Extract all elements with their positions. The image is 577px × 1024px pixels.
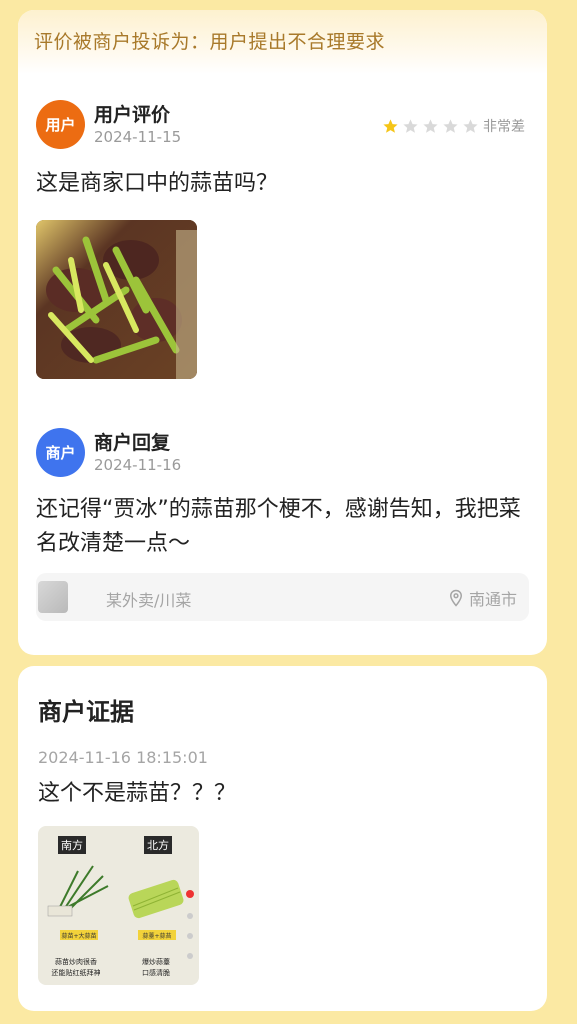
location-pin-icon [449,589,462,607]
shop-info-bar[interactable]: 某外卖/川菜 南通市 [36,573,529,621]
reply-text: 还记得“贾冰”的蒜苗那个梗不，感谢告知，我把菜名改清楚一点～ [36,497,521,556]
evidence-right-label: 北方 [147,838,169,852]
review-card: 评价被商户投诉为：用户提出不合理要求 用户 用户评价 2024-11-15 非常… [18,10,547,655]
food-photo-icon [36,220,197,379]
complaint-banner: 评价被商户投诉为：用户提出不合理要求 [18,10,547,74]
evidence-time: 2024-11-16 18:15:01 [38,748,208,767]
evidence-photo[interactable]: 南方 北方 蒜苗+大蒜苗 蒜薹+蒜苔 蒜苗炒肉很香 还能贴红纸拜神 爆炒蒜薹 口 [38,826,199,985]
evidence-left-caption-2: 还能贴红纸拜神 [52,968,101,977]
reply-header: 商户 商户回复 2024-11-16 [36,428,529,488]
star-empty-icon [443,118,458,133]
evidence-left-caption-1: 蒜苗炒肉很香 [55,957,97,966]
evidence-right-caption-1: 爆炒蒜薹 [142,957,170,966]
reply-author-label: 商户回复 [94,432,171,454]
review-date: 2024-11-15 [94,128,182,146]
evidence-left-label: 南方 [61,838,83,852]
merchant-avatar: 商户 [36,428,85,477]
evidence-left-tag: 蒜苗+大蒜苗 [61,932,96,940]
evidence-text: 这个不是蒜苗？？？ [38,781,237,806]
star-filled-icon [383,118,398,133]
evidence-image: 南方 北方 蒜苗+大蒜苗 蒜薹+蒜苔 蒜苗炒肉很香 还能贴红纸拜神 爆炒蒜薹 口 [38,826,199,985]
star-empty-icon [403,118,418,133]
reply-date: 2024-11-16 [94,456,182,474]
star-empty-icon [423,118,438,133]
review-header: 用户 用户评价 2024-11-15 非常差 [36,100,529,160]
evidence-right-tag: 蒜薹+蒜苔 [142,932,171,940]
evidence-right-caption-2: 口感清脆 [142,968,170,977]
evidence-card: 商户证据 2024-11-16 18:15:01 这个不是蒜苗？？？ 南方 北方… [18,666,547,1011]
evidence-title: 商户证据 [38,698,134,726]
shop-location-text: 南通市 [468,590,517,609]
shop-location: 南通市 [447,586,517,610]
user-avatar: 用户 [36,100,85,149]
review-author-label: 用户评价 [94,104,171,126]
review-text: 这是商家口中的蒜苗吗？ [36,171,279,196]
rating-label: 非常差 [483,119,525,135]
shop-name: 某外卖/川菜 [106,591,192,610]
shop-thumbnail [38,581,68,613]
star-empty-icon [463,118,478,133]
star-rating: 非常差 [382,116,525,136]
review-photo[interactable] [36,220,197,379]
